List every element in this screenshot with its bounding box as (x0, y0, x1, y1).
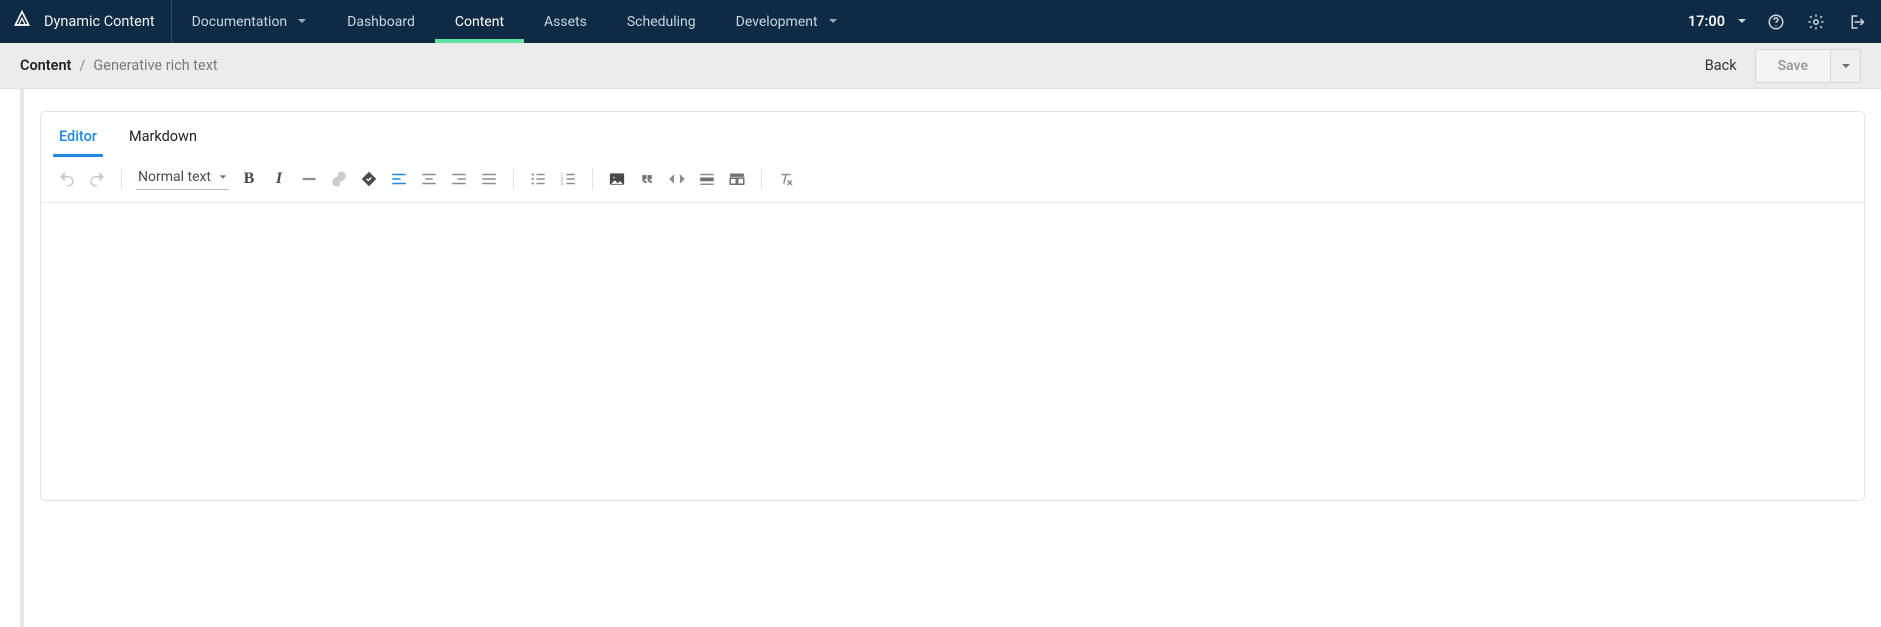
horizontal-rule-icon[interactable] (299, 169, 319, 189)
nav-dashboard-label: Dashboard (347, 14, 415, 30)
nav-assets-label: Assets (544, 14, 587, 30)
editor-tabs: Editor Markdown (41, 112, 1864, 157)
help-icon[interactable] (1765, 11, 1787, 33)
nav-assets[interactable]: Assets (524, 0, 607, 43)
toolbar-separator (121, 169, 122, 189)
bold-icon[interactable]: B (239, 169, 259, 189)
nav-primary: Documentation Dashboard Content Assets S… (172, 0, 858, 43)
code-block-icon[interactable] (697, 169, 717, 189)
toolbar-separator (592, 169, 593, 189)
left-rule (20, 89, 24, 627)
nav-development-label: Development (736, 14, 818, 30)
brand-name: Dynamic Content (44, 13, 155, 30)
sub-header: Content / Generative rich text Back Save (0, 43, 1881, 89)
top-nav: Dynamic Content Documentation Dashboard … (0, 0, 1881, 43)
content-area: Editor Markdown Normal text B I (0, 89, 1881, 627)
link-icon[interactable] (329, 169, 349, 189)
svg-text:3: 3 (561, 181, 564, 187)
bullet-list-icon[interactable] (528, 169, 548, 189)
brand-logo-icon (12, 10, 32, 34)
nav-documentation[interactable]: Documentation (172, 0, 328, 43)
nav-right: 17:00 (1688, 0, 1881, 43)
breadcrumb-separator: / (79, 57, 85, 74)
image-icon[interactable] (607, 169, 627, 189)
breadcrumb-current: Generative rich text (93, 57, 217, 74)
breadcrumb: Content / Generative rich text (20, 57, 218, 74)
nav-content[interactable]: Content (435, 0, 524, 43)
align-right-icon[interactable] (449, 169, 469, 189)
time-label: 17:00 (1688, 13, 1725, 30)
toolbar-separator (761, 169, 762, 189)
chevron-down-icon (1737, 14, 1747, 30)
ai-generate-icon[interactable] (359, 169, 379, 189)
tab-editor[interactable]: Editor (57, 126, 99, 157)
save-dropdown[interactable] (1830, 50, 1860, 82)
nav-scheduling-label: Scheduling (627, 14, 696, 30)
toolbar-separator (513, 169, 514, 189)
editor-panel: Editor Markdown Normal text B I (40, 111, 1865, 501)
brand: Dynamic Content (0, 0, 172, 43)
chevron-down-icon (297, 14, 307, 30)
nav-documentation-label: Documentation (192, 14, 288, 30)
gear-icon[interactable] (1805, 11, 1827, 33)
nav-dashboard[interactable]: Dashboard (327, 0, 435, 43)
text-format-selector[interactable]: Normal text (136, 167, 229, 190)
save-button[interactable]: Save (1756, 50, 1830, 82)
numbered-list-icon[interactable]: 123 (558, 169, 578, 189)
code-icon[interactable] (667, 169, 687, 189)
logout-icon[interactable] (1845, 11, 1867, 33)
nav-scheduling[interactable]: Scheduling (607, 0, 716, 43)
nav-content-label: Content (455, 14, 504, 30)
tab-markdown[interactable]: Markdown (127, 126, 199, 157)
table-icon[interactable] (727, 169, 747, 189)
undo-icon[interactable] (57, 169, 77, 189)
redo-icon[interactable] (87, 169, 107, 189)
clear-formatting-icon[interactable] (776, 169, 796, 189)
align-justify-icon[interactable] (479, 169, 499, 189)
back-button[interactable]: Back (1705, 57, 1737, 74)
save-button-group: Save (1755, 49, 1861, 83)
italic-icon[interactable]: I (269, 169, 289, 189)
sub-actions: Back Save (1705, 49, 1861, 83)
blockquote-icon[interactable] (637, 169, 657, 189)
breadcrumb-root[interactable]: Content (20, 57, 71, 74)
align-center-icon[interactable] (419, 169, 439, 189)
rich-text-editor[interactable] (41, 203, 1864, 500)
chevron-down-icon (828, 14, 838, 30)
align-left-icon[interactable] (389, 169, 409, 189)
editor-toolbar: Normal text B I (41, 157, 1864, 203)
text-format-label: Normal text (138, 169, 211, 185)
time-selector[interactable]: 17:00 (1688, 13, 1747, 30)
nav-development[interactable]: Development (716, 0, 858, 43)
